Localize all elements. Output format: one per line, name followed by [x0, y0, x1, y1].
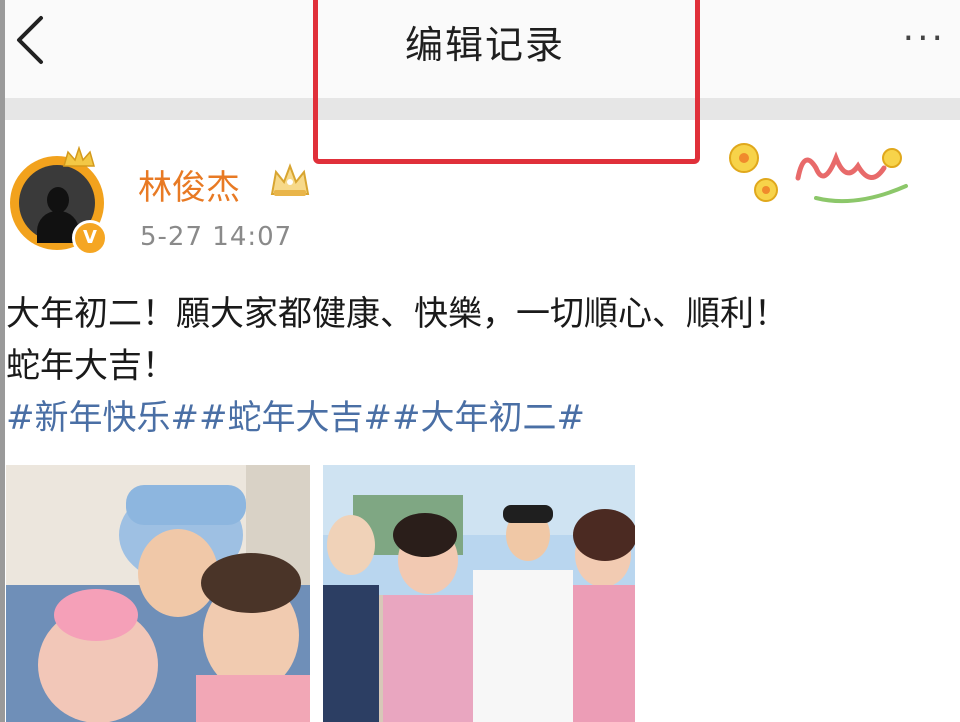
chevron-left-icon: [17, 16, 43, 64]
avatar-decoration-icon: [63, 146, 95, 167]
post-timestamp: 5-27 14:07: [140, 222, 293, 252]
vip-crown-icon: [270, 163, 310, 196]
header-divider: [5, 98, 960, 120]
hashtag[interactable]: #新年快乐#: [6, 398, 199, 438]
post-photo[interactable]: [323, 465, 635, 722]
post-text-line: 大年初二！願大家都健康、快樂，一切順心、順利！: [6, 294, 788, 334]
verified-badge: V: [72, 220, 108, 256]
page-title: 编辑记录: [404, 23, 565, 67]
author-name[interactable]: 林俊杰: [138, 160, 240, 209]
hashtag-row: #新年快乐##蛇年大吉##大年初二#: [6, 392, 946, 444]
post-text-line: 蛇年大吉！: [6, 346, 176, 386]
post-photo[interactable]: [6, 465, 310, 722]
post-body: 大年初二！願大家都健康、快樂，一切順心、順利！ 蛇年大吉！ #新年快乐##蛇年大…: [6, 288, 946, 444]
photo-family-with-babies: [6, 465, 310, 722]
back-button[interactable]: [11, 12, 51, 68]
hashtag[interactable]: #蛇年大吉#: [199, 398, 392, 438]
hashtag[interactable]: #大年初二#: [392, 398, 585, 438]
nav-header: 编辑记录 ···: [5, 0, 960, 98]
plog-sticker-icon: [729, 143, 908, 204]
photo-family-group: [323, 465, 635, 722]
more-dots-icon[interactable]: ···: [903, 18, 946, 59]
